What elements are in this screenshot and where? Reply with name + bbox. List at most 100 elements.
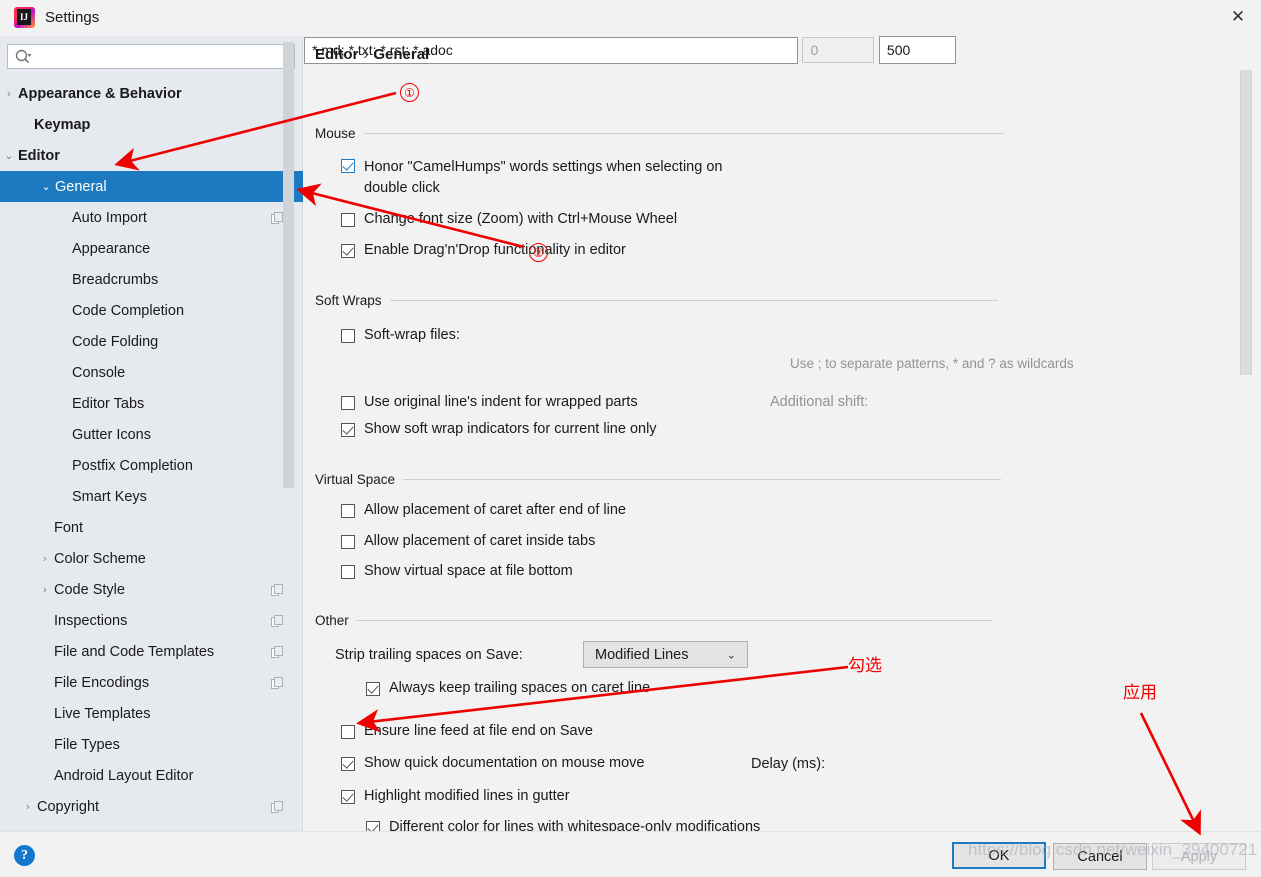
checkbox-box[interactable]: [341, 565, 355, 579]
sidebar-item-inspections[interactable]: Inspections: [0, 605, 303, 636]
copy-settings-icon[interactable]: [271, 211, 283, 224]
breadcrumb-leaf: General: [373, 46, 430, 63]
sidebar-item-live-templates[interactable]: Live Templates: [0, 698, 303, 729]
checkbox-label: Show soft wrap indicators for current li…: [364, 421, 657, 437]
checkbox-box[interactable]: [341, 329, 355, 343]
checkbox-label: Always keep trailing spaces on caret lin…: [389, 680, 651, 696]
checkbox-soft-wrap-files[interactable]: Soft-wrap files:: [341, 327, 460, 343]
checkbox-box[interactable]: [341, 757, 355, 771]
group-label-mouse: Mouse: [315, 126, 356, 141]
delay-input[interactable]: [878, 36, 956, 64]
sidebar-item-label: Live Templates: [54, 705, 151, 722]
checkbox-box[interactable]: [341, 159, 355, 173]
checkbox-change-font-size[interactable]: Change font size (Zoom) with Ctrl+Mouse …: [341, 211, 677, 227]
checkbox-box[interactable]: [341, 535, 355, 549]
sidebar-item-code-completion[interactable]: Code Completion: [0, 295, 303, 326]
checkbox-enable-dragndrop[interactable]: Enable Drag'n'Drop functionality in edit…: [341, 242, 626, 258]
breadcrumb-separator: ›: [363, 46, 369, 63]
chevron-right-icon[interactable]: ›: [2, 87, 16, 101]
sidebar-item-label: File Types: [54, 736, 120, 753]
checkbox-quick-documentation[interactable]: Show quick documentation on mouse move: [341, 755, 645, 771]
checkbox-box[interactable]: [341, 244, 355, 258]
copy-settings-icon[interactable]: [271, 614, 283, 627]
sidebar-item-code-style[interactable]: › Code Style: [0, 574, 303, 605]
checkbox-honor-camelhumps[interactable]: Honor "CamelHumps" words settings when s…: [341, 157, 764, 199]
checkbox-caret-inside-tabs[interactable]: Allow placement of caret inside tabs: [341, 533, 595, 549]
sidebar-item-code-folding[interactable]: Code Folding: [0, 326, 303, 357]
checkbox-label: Enable Drag'n'Drop functionality in edit…: [364, 242, 626, 258]
checkbox-box[interactable]: [341, 725, 355, 739]
checkbox-use-original-indent[interactable]: Use original line's indent for wrapped p…: [341, 394, 638, 410]
copy-settings-icon[interactable]: [271, 800, 283, 813]
checkbox-box[interactable]: [341, 213, 355, 227]
sidebar-item-editor[interactable]: ⌄ Editor: [0, 140, 303, 171]
search-input[interactable]: [38, 45, 288, 68]
annotation-marker-2: ②: [529, 243, 548, 262]
checkbox-box[interactable]: [366, 682, 380, 696]
sidebar-item-label: Inspections: [54, 612, 128, 629]
sidebar-item-label: Breadcrumbs: [72, 271, 159, 288]
checkbox-box[interactable]: [341, 790, 355, 804]
chevron-right-icon[interactable]: ›: [38, 583, 52, 597]
sidebar-item-breadcrumbs[interactable]: Breadcrumbs: [0, 264, 303, 295]
sidebar-item-label: Code Completion: [72, 302, 185, 319]
copy-settings-icon[interactable]: [271, 676, 283, 689]
search-box[interactable]: [7, 44, 295, 69]
checkbox-box[interactable]: [341, 423, 355, 437]
group-rule: [389, 300, 998, 301]
help-icon[interactable]: ?: [14, 845, 35, 866]
sidebar-item-appearance[interactable]: Appearance: [0, 233, 303, 264]
additional-shift-input[interactable]: [802, 37, 875, 63]
sidebar-item-file-and-code-templates[interactable]: File and Code Templates: [0, 636, 303, 667]
strip-trailing-select[interactable]: Modified Lines ⌄: [583, 641, 748, 668]
settings-tree[interactable]: › Appearance & Behavior Keymap ⌄ Editor ⌄ Gene…: [0, 78, 303, 831]
copy-settings-icon[interactable]: [271, 583, 283, 596]
annotation-marker-1: ①: [400, 83, 419, 102]
title-bar: IJ Settings ✕: [0, 0, 1261, 36]
breadcrumb-root[interactable]: Editor: [315, 46, 358, 63]
sidebar-item-color-scheme[interactable]: › Color Scheme: [0, 543, 303, 574]
sidebar-item-auto-import[interactable]: Auto Import: [0, 202, 303, 233]
sidebar-item-file-encodings[interactable]: File Encodings: [0, 667, 303, 698]
sidebar-item-file-types[interactable]: File Types: [0, 729, 303, 760]
copy-settings-icon[interactable]: [271, 645, 283, 658]
checkbox-label: Allow placement of caret inside tabs: [364, 533, 596, 549]
chevron-right-icon[interactable]: ›: [21, 800, 35, 814]
checkbox-keep-trailing-spaces[interactable]: Always keep trailing spaces on caret lin…: [366, 680, 650, 696]
sidebar-item-label: Color Scheme: [54, 550, 146, 567]
sidebar-item-label: Code Style: [54, 581, 125, 598]
checkbox-caret-after-eol[interactable]: Allow placement of caret after end of li…: [341, 502, 626, 518]
checkbox-virtual-space-bottom[interactable]: Show virtual space at file bottom: [341, 563, 573, 579]
chevron-down-icon[interactable]: ⌄: [39, 180, 53, 194]
sidebar-item-label: Editor Tabs: [72, 395, 145, 412]
group-header-other: Other: [315, 613, 1005, 628]
sidebar-item-console[interactable]: Console: [0, 357, 303, 388]
chevron-down-icon: ⌄: [726, 648, 736, 661]
checkbox-box[interactable]: [341, 396, 355, 410]
sidebar-item-editor-tabs[interactable]: Editor Tabs: [0, 388, 303, 419]
sidebar-scrollbar-thumb[interactable]: [283, 42, 294, 488]
close-icon[interactable]: ✕: [1215, 0, 1261, 34]
chevron-down-icon[interactable]: ⌄: [2, 149, 16, 163]
sidebar-item-appearance-behavior[interactable]: › Appearance & Behavior: [0, 78, 303, 109]
sidebar-item-gutter-icons[interactable]: Gutter Icons: [0, 419, 303, 450]
checkbox-show-softwrap-indicators[interactable]: Show soft wrap indicators for current li…: [341, 421, 657, 437]
strip-trailing-label: Strip trailing spaces on Save:: [335, 647, 523, 663]
sidebar-item-keymap[interactable]: Keymap: [0, 109, 303, 140]
sidebar-item-postfix-completion[interactable]: Postfix Completion: [0, 450, 303, 481]
sidebar-item-copyright[interactable]: › Copyright: [0, 791, 303, 822]
group-label-other: Other: [315, 613, 349, 628]
sidebar-item-label: Font: [54, 519, 84, 536]
sidebar-item-font[interactable]: Font: [0, 512, 303, 543]
checkbox-highlight-modified-lines[interactable]: Highlight modified lines in gutter: [341, 788, 570, 804]
group-header-soft-wraps: Soft Wraps: [315, 293, 1005, 308]
intellij-idea-icon: IJ: [14, 7, 35, 28]
checkbox-box[interactable]: [341, 504, 355, 518]
chevron-right-icon[interactable]: ›: [38, 552, 52, 566]
sidebar-item-smart-keys[interactable]: Smart Keys: [0, 481, 303, 512]
sidebar-item-general[interactable]: ⌄ General: [0, 171, 303, 202]
main-scrollbar-thumb[interactable]: [1240, 70, 1252, 375]
sidebar-item-android-layout-editor[interactable]: Android Layout Editor: [0, 760, 303, 791]
additional-shift-label: Additional shift:: [770, 394, 869, 410]
checkbox-ensure-line-feed[interactable]: Ensure line feed at file end on Save: [341, 723, 593, 739]
